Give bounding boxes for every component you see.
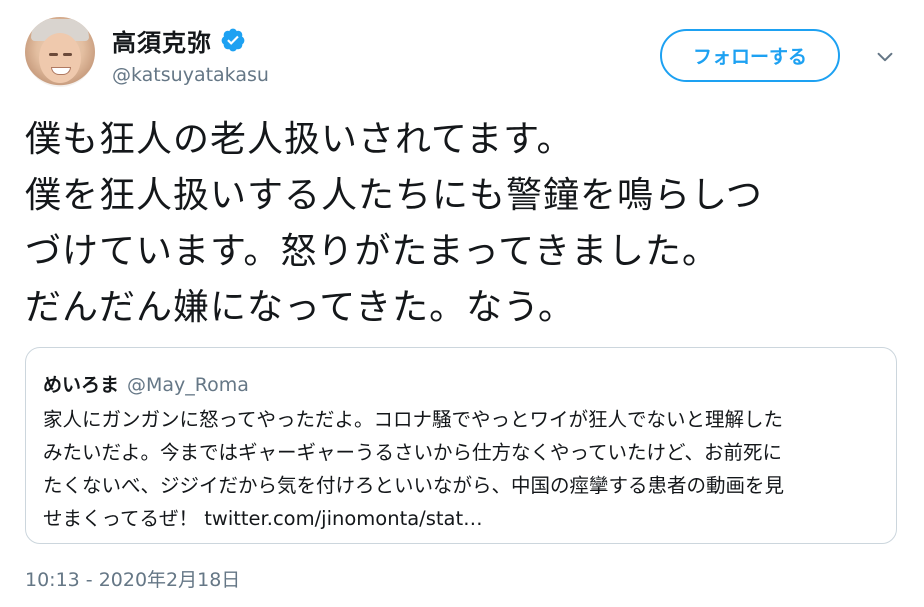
quoted-text-line: みたいだよ。今まではギャーギャーうるさいから仕方なくやっていたけど、お前死に [43,441,783,464]
quoted-text-line: たくないべ、ジジイだから気を付けろといいながら、中国の痙攣する患者の動画を見 [43,474,785,497]
quoted-tweet-header: めいろま @May_Roma [43,370,249,396]
tweet-text-line: 僕も狂人の老人扱いされてます。 [25,119,574,160]
tweet-text-line: づけています。怒りがたまってきました。 [25,231,720,272]
tweet-text-line: だんだん嫌になってきた。なう。 [25,287,575,328]
tweet-text-line: 僕を狂人扱いする人たちにも警鐘を鳴らしつ [25,175,763,216]
quoted-text-line: 家人にガンガンに怒ってやっただよ。コロナ騒でやっとワイが狂人でないと理解した [43,408,784,431]
quoted-text-line: せまくってるぜ！ twitter.com/jinomonta/stat… [43,507,483,530]
follow-button[interactable]: フォローする [660,29,840,82]
avatar[interactable] [25,17,95,87]
author-display-name[interactable]: 高須克弥 [112,23,212,58]
author-handle[interactable]: @katsuyatakasu [112,64,269,86]
tweet-card: 高須克弥 @katsuyatakasu フォローする 僕も狂人の老人扱いされてま… [0,0,924,607]
verified-badge-icon [221,28,245,52]
tweet-timestamp[interactable]: 10:13 - 2020年2月18日 [25,565,240,592]
avatar-face [39,33,81,83]
quoted-author-handle: @May_Roma [127,374,249,396]
chevron-down-icon[interactable] [874,46,896,68]
tweet-text: 僕も狂人の老人扱いされてます。 僕を狂人扱いする人たちにも警鐘を鳴らしつ づけて… [25,112,905,336]
author-name-row[interactable]: 高須克弥 [112,23,246,58]
avatar-eye-right [63,53,72,56]
quoted-author-name: めいろま [43,374,120,396]
quoted-tweet-text: 家人にガンガンに怒ってやっただよ。コロナ騒でやっとワイが狂人でないと理解した み… [43,403,888,535]
avatar-eye-left [49,53,58,56]
quoted-tweet[interactable]: めいろま @May_Roma 家人にガンガンに怒ってやっただよ。コロナ騒でやっと… [25,347,897,544]
